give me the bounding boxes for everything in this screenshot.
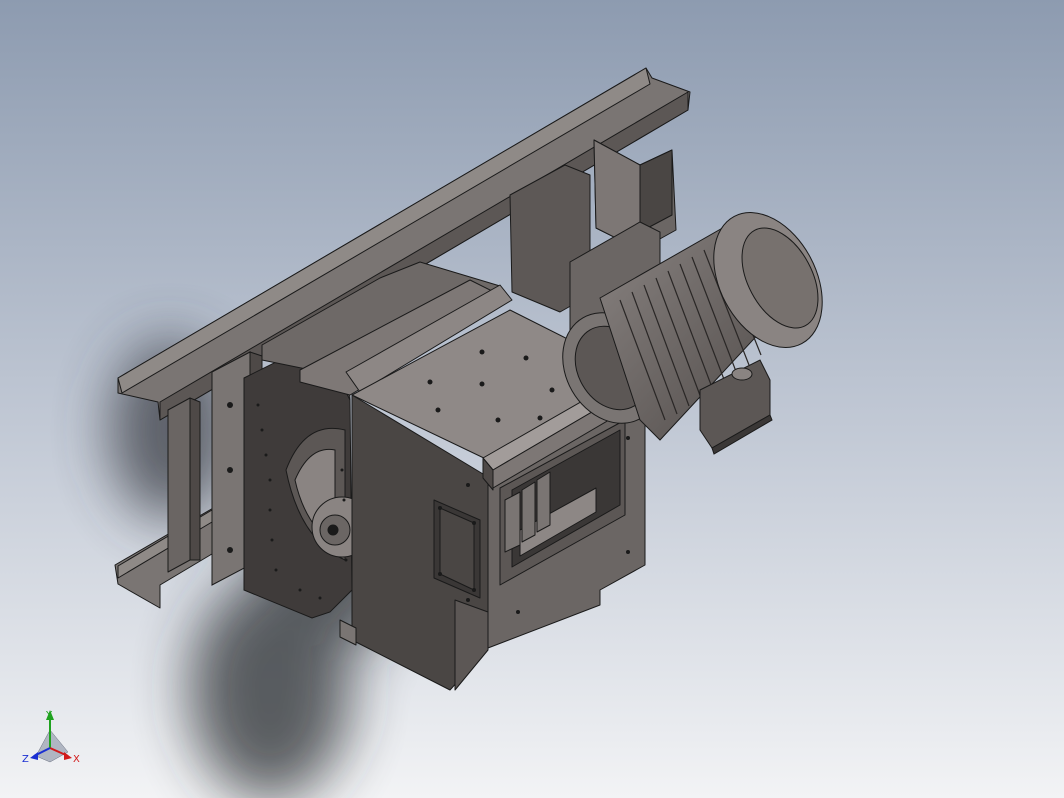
graphics-viewport[interactable]: Y X Z (0, 0, 1064, 798)
left-post (167, 397, 191, 573)
model-canvas[interactable]: Y X Z (0, 0, 1064, 798)
triad-x-label: X (73, 754, 80, 765)
triad-y-label: Y (45, 710, 53, 721)
triad-z-label: Z (22, 754, 29, 765)
